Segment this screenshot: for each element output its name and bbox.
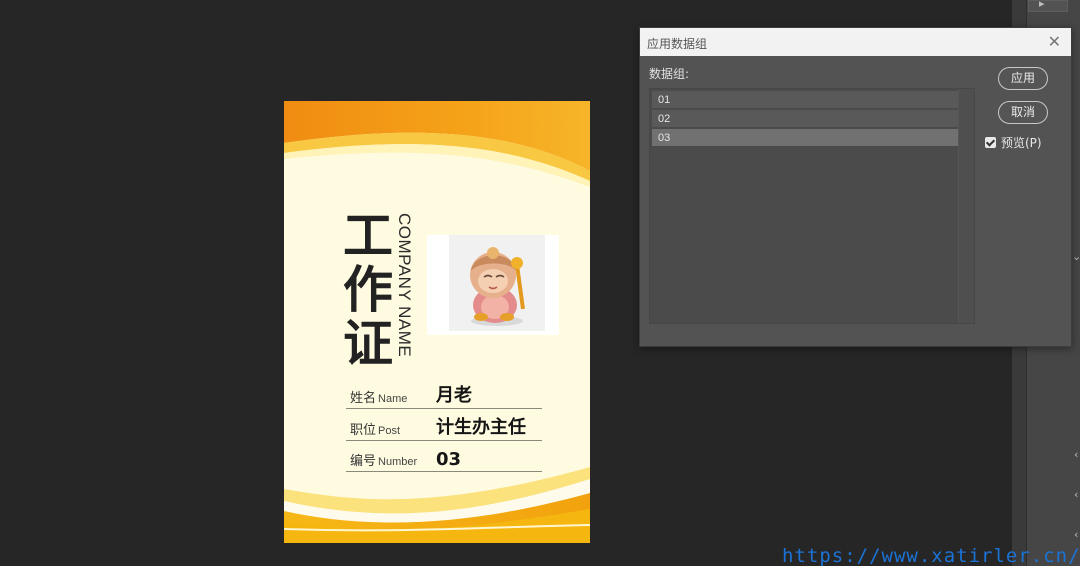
preview-checkbox[interactable] bbox=[985, 137, 996, 148]
post-value: 计生办主任 bbox=[436, 417, 526, 438]
chevron-left-icon[interactable]: ‹ bbox=[1074, 488, 1078, 501]
close-icon[interactable]: ✕ bbox=[1048, 32, 1061, 51]
name-label: 姓名 Name bbox=[350, 391, 408, 406]
mascot-icon bbox=[470, 247, 525, 326]
preview-label: 预览(P) bbox=[1001, 136, 1042, 150]
dialog-title: 应用数据组 bbox=[647, 37, 708, 51]
info-row-post: 职位 Post 计生办主任 bbox=[346, 411, 542, 441]
info-row-name: 姓名 Name 月老 bbox=[346, 379, 542, 409]
photo-frame bbox=[427, 235, 559, 335]
info-row-number: 编号 Number 03 bbox=[346, 442, 542, 472]
card-title: 工作证 bbox=[343, 207, 393, 373]
panel-button[interactable] bbox=[1028, 0, 1068, 12]
list-item[interactable]: 01 bbox=[652, 91, 958, 109]
company-name: COMPANY NAME bbox=[395, 213, 414, 358]
data-group-label: 数据组: bbox=[649, 67, 690, 81]
number-value: 03 bbox=[436, 449, 462, 470]
id-card: 工作证 COMPANY NAME 姓名 Name 月老 职位 Post 计生办主… bbox=[284, 101, 590, 543]
number-label: 编号 Number bbox=[350, 454, 418, 469]
preview-option[interactable]: 预览(P) bbox=[985, 134, 1042, 151]
name-value: 月老 bbox=[436, 385, 472, 406]
list-scrollbar[interactable] bbox=[958, 89, 974, 323]
apply-data-set-dialog: 应用数据组 ✕ 数据组: 01 02 03 应用 取消 预览(P) bbox=[639, 27, 1072, 347]
data-group-list[interactable]: 01 02 03 bbox=[649, 88, 975, 324]
chevron-down-icon[interactable]: ⌄ bbox=[1072, 250, 1080, 263]
play-icon[interactable]: ▸ bbox=[1039, 0, 1045, 10]
post-label: 职位 Post bbox=[350, 423, 401, 438]
dialog-titlebar[interactable]: 应用数据组 ✕ bbox=[640, 28, 1071, 56]
cancel-button[interactable]: 取消 bbox=[998, 101, 1048, 124]
apply-button[interactable]: 应用 bbox=[998, 67, 1048, 90]
list-item-selected[interactable]: 03 bbox=[652, 129, 958, 147]
list-item[interactable]: 02 bbox=[652, 110, 958, 128]
watermark-url: https://www.xatirler.cn/ bbox=[782, 545, 1080, 566]
chevron-left-icon[interactable]: ‹ bbox=[1074, 448, 1078, 461]
chevron-left-icon[interactable]: ‹ bbox=[1074, 528, 1078, 541]
avatar bbox=[449, 235, 545, 331]
